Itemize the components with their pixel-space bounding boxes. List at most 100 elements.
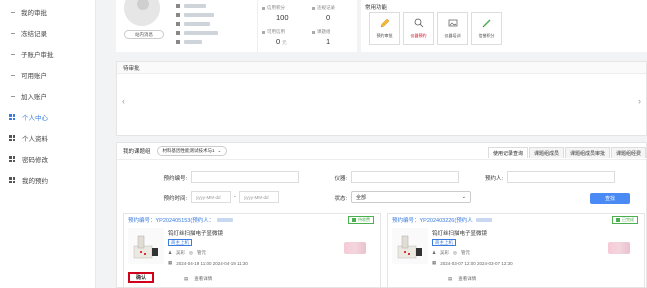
sidebar-item-personal-info[interactable]: 个人资料 [0, 128, 96, 148]
tool-label: 仪器预约 [410, 33, 427, 38]
instrument-image [128, 228, 164, 264]
tab-label: 课题组经费 [615, 150, 641, 157]
stat-label: 可用信用 [267, 29, 285, 34]
sidebar-item-label: 密码修改 [22, 157, 48, 164]
tab-usage-records[interactable]: 使用记录查询 [487, 147, 528, 158]
confirm-button[interactable]: 确认 [128, 272, 154, 283]
date-separator: - [234, 194, 236, 200]
common-functions-panel: 常用功能 预约审批 仪器预约 仪器培训 信誉积分 [361, 0, 647, 52]
sidebar-item-available-accounts[interactable]: 可用账户 [0, 65, 96, 85]
sidebar-item-password-change[interactable]: 密码修改 [0, 149, 96, 169]
sidebar-item-sub-account-approval[interactable]: 子账户审批 [0, 44, 96, 64]
view-details-link[interactable]: 查看详情 [194, 276, 212, 282]
date-placeholder: yyyy-MM-dd [196, 194, 221, 200]
booking-time-label: 预约时间: [163, 196, 187, 202]
tool-instrument-training[interactable]: 仪器培训 [437, 12, 468, 45]
stat-label: 违规记录 [317, 5, 335, 10]
view-details-link[interactable]: 查看详情 [458, 276, 476, 282]
booking-no-input[interactable] [191, 171, 299, 183]
booking-no-label: 预约编号: [163, 176, 187, 182]
instrument-image [392, 228, 428, 264]
tool-instrument-booking[interactable]: 仪器预约 [403, 12, 434, 45]
grid-icon [9, 135, 15, 141]
booker-label: 预约人: [484, 176, 503, 182]
meta-sub: 管元 [460, 250, 470, 255]
message-button-label: 站内消息 [135, 31, 153, 37]
user-icon: ♟ [432, 250, 437, 255]
stats-panel: 信用积分 100 违规记录 0 可用信用 0元 课题组 1 [257, 0, 357, 52]
sidebar-item-join-account[interactable]: 加入账户 [0, 86, 96, 106]
tab-label: 课题组成员审批 [569, 150, 605, 157]
usage-tag: 商主上机 [432, 239, 456, 246]
project-group-select[interactable]: 材料基因性能测试技术与1 ⌄ [156, 146, 228, 156]
stat-groups: 课题组 1 [308, 26, 356, 48]
dash-icon [11, 95, 15, 97]
tool-credit-points[interactable]: 信誉积分 [471, 12, 502, 45]
project-group-title: 我的课题组 [123, 149, 151, 155]
start-date-input[interactable]: yyyy-MM-dd [191, 191, 231, 203]
sidebar-item-my-approval[interactable]: 我的审批 [0, 2, 96, 22]
profile-name-line [176, 4, 206, 8]
dash-icon [11, 32, 15, 34]
sidebar-item-personal-center[interactable]: 个人中心 [0, 107, 96, 127]
booker-input[interactable] [507, 171, 615, 183]
filter-row-2: 预约时间: yyyy-MM-dd - yyyy-MM-dd 状态: 全部 ⌄ [117, 190, 647, 204]
pencil-icon [380, 18, 389, 28]
tool-booking-approval[interactable]: 预约审批 [369, 12, 400, 45]
booking-number[interactable]: 预约编号：YP202403226(预约人 [392, 216, 473, 224]
chevron-right-icon[interactable]: › [638, 96, 641, 106]
dash-icon [11, 53, 15, 55]
microscope-icon [397, 235, 422, 259]
sidebar-item-freeze-records[interactable]: 冻结记录 [0, 23, 96, 43]
tool-label: 预约审批 [376, 33, 393, 38]
sidebar-item-label: 个人资料 [22, 136, 48, 143]
group-icon [176, 40, 180, 44]
end-date-input[interactable]: yyyy-MM-dd [239, 191, 279, 203]
group-icon [312, 30, 315, 34]
profile-phone-line [176, 13, 214, 17]
image-icon [448, 19, 457, 27]
pen-icon [482, 19, 491, 28]
chevron-left-icon[interactable]: ‹ [122, 96, 125, 106]
sidebar-item-my-bookings[interactable]: 我的预约 [0, 170, 96, 190]
stat-credit-score: 信用积分 100 [258, 2, 306, 24]
usage-tag: 商主上机 [168, 239, 192, 246]
wallet-icon [262, 30, 265, 34]
redacted-image [608, 242, 630, 254]
grid-icon [9, 177, 15, 183]
stat-value: 0 [276, 37, 281, 46]
tab-member-approval[interactable]: 课题组成员审批 [564, 147, 610, 158]
tab-group-members[interactable]: 课题组成员 [528, 147, 564, 158]
redacted-image [344, 242, 366, 254]
meta-user: 吴彩 [176, 250, 186, 255]
profile-group-line [176, 40, 202, 44]
tab-group-funds[interactable]: 课题组经费 [610, 147, 646, 158]
detail-icon: ▤ [184, 276, 189, 281]
stat-violations: 违规记录 0 [308, 2, 356, 24]
message-button[interactable]: 站内消息 [124, 30, 164, 39]
stat-label: 课题组 [317, 29, 331, 34]
booking-card: 预约编号：YP202403226(预约人 已完成 钨灯丝扫描电子显微镜 商主上机… [387, 213, 645, 288]
project-tabs: 使用记录查询 课题组成员 课题组成员审批 课题组经费 [487, 147, 646, 158]
stat-value: 0 [326, 13, 331, 22]
filter-row-1: 预约编号: 仪器: 预约人: [117, 170, 647, 184]
avatar [122, 0, 162, 28]
search-button[interactable]: 查找 [590, 193, 630, 204]
sidebar-item-label: 个人中心 [22, 115, 48, 122]
status-select[interactable]: 全部 ⌄ [351, 191, 471, 203]
instrument-label: 仪器: [334, 176, 347, 182]
sidebar-item-label: 子账户审批 [21, 52, 54, 59]
sidebar: 我的审批 冻结记录 子账户审批 可用账户 加入账户 个人中心 个人资料 密码修改… [0, 0, 96, 288]
card-user-meta: ♟ 吴彩 ◎ 管元 [168, 250, 206, 256]
stat-value: 100 [276, 13, 289, 22]
building-icon [176, 31, 180, 35]
main-content: 站内消息 信用积分 100 违规记录 0 可用信用 0元 课题组 1 常用功能 … [104, 0, 647, 288]
redacted-text [475, 218, 492, 222]
info-icon: ◎ [189, 250, 193, 255]
instrument-input[interactable] [351, 171, 459, 183]
user-icon: ♟ [168, 250, 173, 255]
status-value: 全部 [356, 194, 367, 201]
card-time-meta: ▦ 2024-04-19 11:00 2024-04-19 11:30 [168, 260, 248, 266]
project-group-selected: 材料基因性能测试技术与1 [162, 148, 215, 153]
booking-number[interactable]: 预约编号：YP202405153(预约人： [128, 216, 214, 224]
